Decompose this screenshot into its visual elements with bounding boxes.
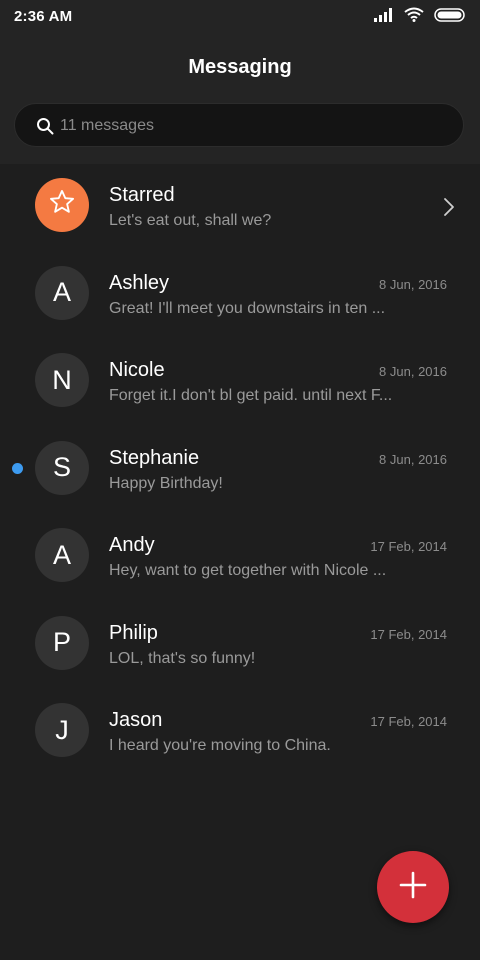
battery-icon (434, 7, 466, 27)
conversation-row[interactable]: J Jason 17 Feb, 2014 I heard you're movi… (0, 689, 480, 777)
contact-name: Ashley (109, 271, 170, 294)
star-icon (48, 188, 76, 223)
message-preview: I heard you're moving to China. (109, 737, 331, 754)
wifi-icon (404, 7, 424, 27)
starred-label: Starred (109, 184, 175, 206)
message-date: 17 Feb, 2014 (370, 714, 447, 729)
message-preview: Hey, want to get together with Nicole ..… (109, 562, 387, 579)
avatar: S (35, 440, 89, 495)
conversation-row[interactable]: P Philip 17 Feb, 2014 LOL, that's so fun… (0, 602, 480, 690)
conversation-list: Starred Let's eat out, shall we? A Ashle… (0, 164, 480, 777)
starred-avatar (35, 178, 89, 232)
contact-name: Jason (109, 709, 163, 731)
status-time: 2:36 AM (14, 8, 73, 25)
message-date: 17 Feb, 2014 (370, 626, 447, 642)
status-icons (374, 7, 466, 27)
conversation-row[interactable]: N Nicole 8 Jun, 2016 Forget it.I don't b… (0, 339, 480, 427)
messaging-app: 2:36 AM Messaging 11 messages Starred Le… (0, 0, 480, 960)
message-date: 17 Feb, 2014 (370, 539, 447, 554)
starred-preview: Let's eat out, shall we? (109, 212, 272, 229)
avatar: A (35, 528, 89, 582)
contact-name: Philip (109, 621, 158, 644)
avatar: J (35, 703, 89, 757)
plus-icon (398, 870, 428, 905)
starred-row[interactable]: Starred Let's eat out, shall we? (0, 164, 480, 252)
contact-name: Stephanie (109, 446, 200, 469)
signal-icon (374, 7, 394, 27)
avatar: A (35, 265, 89, 320)
message-date: 8 Jun, 2016 (379, 276, 447, 292)
message-preview: LOL, that's so funny! (109, 649, 256, 667)
message-preview: Great! I'll meet you downstairs in ten .… (109, 299, 386, 317)
chevron-right-icon (442, 196, 456, 218)
top-bar: 2:36 AM Messaging 11 messages (0, 0, 480, 164)
contact-name: Andy (109, 534, 155, 556)
search-placeholder: 11 messages (60, 117, 154, 134)
conversation-row[interactable]: A Ashley 8 Jun, 2016 Great! I'll meet yo… (0, 252, 480, 340)
new-message-button[interactable] (377, 851, 449, 923)
avatar: N (35, 353, 89, 407)
message-preview: Forget it.I don't bl get paid. until nex… (109, 387, 393, 404)
status-bar: 2:36 AM (0, 0, 480, 34)
message-preview: Happy Birthday! (109, 474, 223, 492)
unread-indicator (12, 462, 23, 474)
page-title: Messaging (188, 56, 292, 78)
conversation-row[interactable]: A Andy 17 Feb, 2014 Hey, want to get tog… (0, 514, 480, 602)
message-date: 8 Jun, 2016 (379, 451, 447, 467)
conversation-row[interactable]: S Stephanie 8 Jun, 2016 Happy Birthday! (0, 427, 480, 515)
search-icon (36, 117, 54, 135)
avatar: P (35, 615, 89, 670)
search-bar[interactable]: 11 messages (14, 103, 464, 147)
contact-name: Nicole (109, 359, 165, 381)
message-date: 8 Jun, 2016 (379, 364, 447, 379)
